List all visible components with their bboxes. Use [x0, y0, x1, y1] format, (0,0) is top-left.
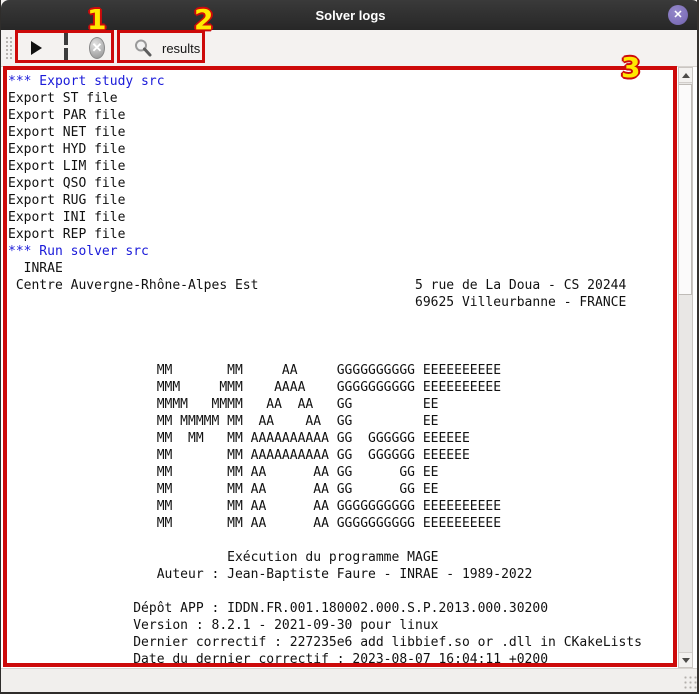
log-line: MM MM AA AA GG GG EE — [8, 481, 699, 498]
vertical-scrollbar[interactable] — [678, 67, 693, 668]
log-line — [8, 532, 699, 549]
log-line: Dernier correctif : 227235e6 add libbief… — [8, 634, 699, 651]
log-line: Centre Auvergne-Rhône-Alpes Est 5 rue de… — [8, 277, 699, 294]
log-line: Version : 8.2.1 - 2021-09-30 pour linux — [8, 617, 699, 634]
log-line: 69625 Villeurbanne - FRANCE — [8, 294, 699, 311]
arrow-up-icon — [682, 73, 690, 78]
pause-icon — [59, 32, 73, 64]
log-line: Export ST file — [8, 90, 699, 107]
play-icon — [31, 41, 42, 55]
log-line: MMMM MMMM AA AA GG EE — [8, 396, 699, 413]
results-button-label: results — [162, 41, 200, 56]
solver-log-output[interactable]: *** Export study srcExport ST fileExport… — [1, 67, 699, 668]
scrollbar-thumb[interactable] — [679, 84, 692, 295]
log-line — [8, 345, 699, 362]
log-line: MM MM AA GGGGGGGGGG EEEEEEEEEE — [8, 362, 699, 379]
log-line: Auteur : Jean-Baptiste Faure - INRAE - 1… — [8, 566, 699, 583]
log-line: MM MM MM AAAAAAAAAA GG GGGGGG EEEEEE — [8, 430, 699, 447]
log-line: Date du dernier correctif : 2023-08-07 1… — [8, 651, 699, 668]
log-line: MM MM AA AA GG GG EE — [8, 464, 699, 481]
arrow-down-icon — [682, 658, 690, 663]
view-results-button[interactable]: results — [127, 33, 206, 63]
log-line: MM MMMMM MM AA AA GG EE — [8, 413, 699, 430]
log-line: Export INI file — [8, 209, 699, 226]
log-line: Export NET file — [8, 124, 699, 141]
log-line: *** Run solver src — [8, 243, 699, 260]
close-icon[interactable]: ✕ — [668, 5, 688, 25]
stop-solver-button[interactable]: ✕ — [83, 33, 111, 63]
magnifier-icon — [133, 38, 153, 58]
log-line: Export QSO file — [8, 175, 699, 192]
stop-icon: ✕ — [89, 37, 105, 59]
log-line — [8, 328, 699, 345]
run-solver-button[interactable] — [23, 33, 49, 63]
log-line — [8, 583, 699, 600]
pause-solver-button[interactable] — [53, 33, 79, 63]
log-line: Export HYD file — [8, 141, 699, 158]
log-line: Dépôt APP : IDDN.FR.001.180002.000.S.P.2… — [8, 600, 699, 617]
log-line: Export RUG file — [8, 192, 699, 209]
log-line: MMM MMM AAAA GGGGGGGGGG EEEEEEEEEE — [8, 379, 699, 396]
titlebar[interactable]: Solver logs ✕ — [1, 0, 699, 30]
statusbar — [1, 668, 699, 692]
scroll-down-button[interactable] — [679, 652, 692, 667]
log-line: Exécution du programme MAGE — [8, 549, 699, 566]
window-title: Solver logs — [315, 8, 385, 23]
toolbar: ✕ results — [1, 30, 699, 67]
log-line: MM MM AA AA GGGGGGGGGG EEEEEEEEEE — [8, 498, 699, 515]
log-line: Export LIM file — [8, 158, 699, 175]
log-line: INRAE — [8, 260, 699, 277]
log-line: MM MM AA AA GGGGGGGGGG EEEEEEEEEE — [8, 515, 699, 532]
log-text: *** Export study srcExport ST fileExport… — [1, 67, 699, 668]
log-line — [8, 311, 699, 328]
log-line: Export PAR file — [8, 107, 699, 124]
log-line: *** Export study src — [8, 73, 699, 90]
scroll-up-button[interactable] — [679, 68, 692, 83]
log-line: MM MM AAAAAAAAAA GG GGGGGG EEEEEE — [8, 447, 699, 464]
toolbar-grip-handle[interactable] — [4, 35, 13, 61]
log-line: Export REP file — [8, 226, 699, 243]
solver-logs-window: Solver logs ✕ ✕ results *** Export study… — [0, 0, 699, 694]
resize-grip[interactable] — [683, 675, 697, 689]
